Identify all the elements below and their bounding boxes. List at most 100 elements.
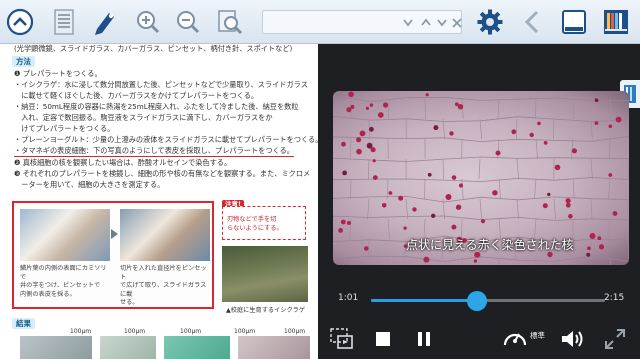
cell-wall-line [627, 238, 629, 260]
bookshelf-button[interactable] [600, 6, 632, 38]
materials-line: (光学顕微鏡、スライドガラス、カバーガラス、ピンセット、柄付き針、スポイトなど) [14, 44, 293, 53]
scale-label: 100μm [70, 328, 92, 335]
arrow-right-icon [111, 229, 118, 239]
stained-nucleus [537, 121, 541, 126]
stained-nucleus [480, 219, 486, 224]
cell-wall-line [572, 178, 575, 200]
cell-wall-line [333, 95, 629, 102]
speed-button[interactable] [500, 324, 530, 352]
cell-wall-line [333, 215, 629, 221]
cell-wall-line [516, 198, 519, 220]
stained-nucleus [473, 259, 478, 263]
stained-nucleus [529, 132, 534, 138]
search-dropdown-icon[interactable] [403, 19, 413, 27]
stained-nucleus [454, 102, 459, 107]
cell-wall-line [590, 198, 593, 220]
doc-line-1: ・イシクラゲ：水に浸して数分間放置した後、ピンセットなどで少量取り、スライドガラ… [14, 80, 308, 89]
search-next-icon[interactable] [437, 19, 447, 27]
stained-nucleus [377, 112, 384, 118]
cell-wall-line [609, 138, 611, 160]
stained-nucleus [364, 246, 369, 251]
marker-pen-button[interactable] [88, 6, 120, 38]
window-mode-button[interactable] [558, 6, 590, 38]
onion-peel-photo [20, 209, 110, 261]
photo-caption-b: 切片を入れた直径片をピンセット で広げて取り、スライドガラスに載 せる。 [120, 265, 207, 306]
seek-bar[interactable] [371, 291, 605, 311]
volume-button[interactable] [558, 325, 588, 353]
caution-box: 刃物などで手を切 らないようにする。 [222, 206, 306, 240]
stained-nucleus [587, 246, 591, 251]
stained-nucleus [594, 121, 599, 125]
textbook-page: (光学顕微鏡、スライドガラス、カバーガラス、ピンセット、柄付き針、スポイトなど)… [0, 44, 318, 359]
cell-wall-line [552, 118, 555, 140]
stained-nucleus [381, 203, 387, 208]
stained-nucleus [565, 198, 571, 204]
stop-button[interactable] [372, 328, 394, 350]
pause-button[interactable] [413, 328, 435, 350]
stained-nucleus [458, 183, 464, 188]
schoolyard-caption: ▲校庭に生育するイシクラゲ [226, 307, 306, 314]
stained-nucleus [543, 141, 548, 145]
cell-wall-line [497, 98, 500, 120]
doc-line-9: ❸ それぞれのプレパラートを検鏡し、細胞の形や核の有無などを観察する。また、ミク… [14, 169, 311, 178]
search-bar[interactable] [262, 10, 462, 34]
pip-button[interactable] [328, 326, 356, 352]
stained-nucleus [356, 137, 362, 143]
collapse-up-button[interactable] [4, 6, 36, 38]
search-close-icon[interactable] [452, 18, 462, 28]
zoom-out-icon [177, 11, 200, 34]
stained-nucleus [338, 228, 343, 233]
volume-icon [562, 331, 583, 347]
stained-nucleus [427, 172, 432, 177]
cell-wall-line [497, 138, 500, 160]
step-1: ❶ プレパラートをつくる。 [14, 69, 102, 78]
back-chevron-icon [524, 10, 539, 34]
stained-nucleus [445, 194, 452, 200]
zoom-in-button[interactable] [132, 6, 164, 38]
back-button[interactable] [516, 6, 548, 38]
speed-label[interactable]: 標準 [530, 330, 545, 341]
cell-wall-line [405, 198, 409, 220]
cell-wall-line [535, 138, 538, 160]
seek-handle[interactable] [466, 291, 487, 311]
cell-wall-line [590, 118, 593, 140]
doc-line-2: に載せて軽くほぐした後、カバーガラスをかけてプレパラートをつくる。 [14, 91, 259, 100]
stained-nucleus [346, 221, 351, 225]
cell-wall-line [333, 196, 629, 203]
method-heading: 方法 [12, 56, 35, 67]
search-prev-icon[interactable] [421, 18, 431, 26]
stop-icon [376, 332, 390, 346]
cell-wall-line [590, 158, 593, 180]
cell-wall-line [609, 258, 611, 265]
stained-nucleus [568, 214, 573, 219]
cell-wall-line [535, 258, 537, 265]
cell-wall-line [626, 198, 629, 220]
doc-line-4: 入れ、定容で数回振る。駒豆液をスライドガラスに滴下し、カバーガラスをか [14, 113, 273, 122]
zoom-out-button[interactable] [172, 6, 204, 38]
cell-wall-line [387, 98, 390, 120]
stained-nucleus [346, 107, 352, 113]
search-input[interactable] [265, 13, 385, 31]
stained-nucleus [589, 233, 596, 239]
stained-nucleus [511, 129, 517, 135]
stained-nucleus [571, 148, 577, 154]
stained-nucleus [388, 191, 393, 195]
page-list-button[interactable] [48, 6, 80, 38]
doc-line-10: ーターを用いて、細胞の大きさを測定する。 [14, 180, 165, 189]
cell-wall-line [367, 198, 370, 220]
fullscreen-button[interactable] [600, 325, 630, 353]
settings-button[interactable] [474, 6, 506, 38]
stained-nucleus [597, 236, 602, 241]
zoom-page-button[interactable] [214, 6, 246, 38]
doc-line-5: けてプレパラートをつくる。 [14, 124, 115, 133]
cell-wall-line [516, 118, 518, 140]
cell-wall-line [498, 178, 501, 200]
video-subtitle: 点状に見える赤く染色された核 [406, 238, 574, 252]
picture-in-picture-icon [330, 328, 353, 349]
cell-wall-line [626, 118, 629, 140]
stained-nucleus [608, 173, 613, 177]
cell-wall-line [349, 138, 352, 160]
cell-wall-line [572, 98, 575, 120]
video-player[interactable]: 点状に見える赤く染色された核 1:01 2:15 標準 [318, 44, 640, 359]
cell-wall-line [350, 178, 352, 200]
